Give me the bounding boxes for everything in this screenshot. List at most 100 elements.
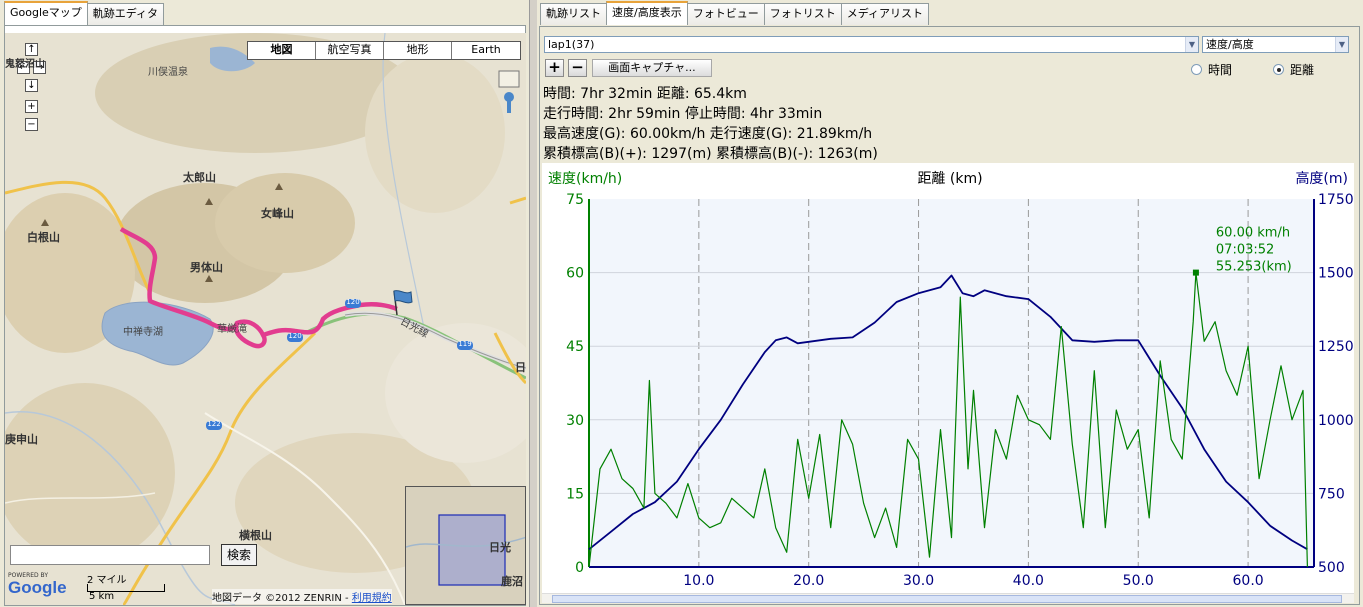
y-left-tick-label: 30 <box>566 413 584 429</box>
label-kegon: 華厳滝 <box>217 324 247 335</box>
y-right-tick-label: 1250 <box>1318 339 1354 355</box>
annotation-distance: 55.253(km) <box>1216 260 1292 275</box>
horizontal-scrollbar[interactable] <box>542 593 1354 603</box>
max-speed-marker <box>1192 269 1199 276</box>
scrollbar-thumb[interactable] <box>552 595 1342 603</box>
track-stats: 時間: 7hr 32min 距離: 65.4km 走行時間: 2hr 59min… <box>542 84 1359 162</box>
tab-track-editor[interactable]: 軌跡エディタ <box>86 3 165 25</box>
tab-photo-view[interactable]: フォトビュー <box>686 3 765 25</box>
label-shirane: 白根山 <box>27 231 60 244</box>
mountain-icon <box>205 275 213 282</box>
zoom-out-graph-button[interactable]: − <box>568 59 587 77</box>
map-scale: 2 マイル 5 km <box>87 571 165 602</box>
annotation-speed: 60.00 km/h <box>1216 226 1290 241</box>
x-tick-label: 60.0 <box>1233 573 1264 589</box>
tab-track-list[interactable]: 軌跡リスト <box>540 3 607 25</box>
x-tick-label: 40.0 <box>1013 573 1044 589</box>
overview-kanuma: 鹿沼 <box>501 575 523 588</box>
zoom-in-button[interactable]: + <box>25 100 38 113</box>
graph-pane: 軌跡リスト 速度/高度表示 フォトビュー フォトリスト メディアリスト lap1… <box>537 0 1363 607</box>
speed-altitude-chart[interactable]: 10.0 20.0 30.0 40.0 50.0 60.0 0 15 30 45 60 75 500 75… <box>542 163 1354 595</box>
chart-svg: 10.0 20.0 30.0 40.0 50.0 60.0 0 15 30 45 60 75 500 75… <box>542 163 1354 595</box>
stat-moving-stopped: 走行時間: 2hr 59min 停止時間: 4hr 33min <box>543 106 823 122</box>
tab-speed-altitude[interactable]: 速度/高度表示 <box>606 1 688 25</box>
terms-link[interactable]: 利用規約 <box>352 593 392 604</box>
map-type-earth[interactable]: Earth <box>452 42 520 59</box>
scale-km: 5 km <box>89 591 115 602</box>
chart-title: 距離 (km) <box>917 170 982 187</box>
y-left-tick-label: 60 <box>566 266 584 282</box>
lap-select[interactable]: lap1(37) ▼ <box>544 36 1199 53</box>
route-119-shield: 119 <box>458 340 472 348</box>
stat-time-distance: 時間: 7hr 32min 距離: 65.4km <box>543 86 747 102</box>
zoom-in-graph-button[interactable]: + <box>545 59 564 77</box>
map-search-input[interactable] <box>10 545 210 565</box>
x-tick-label: 20.0 <box>793 573 824 589</box>
mountain-icon <box>41 219 49 226</box>
y-left-tick-label: 0 <box>575 560 584 576</box>
zoom-out-button[interactable]: − <box>25 118 38 131</box>
tab-photo-list[interactable]: フォトリスト <box>763 3 842 25</box>
tab-media-list[interactable]: メディアリスト <box>840 3 929 25</box>
radio-time-label: 時間 <box>1208 63 1233 77</box>
map-view[interactable]: 地図 航空写真 地形 Earth ↑ ← → ↓ + − 鬼怒沼山 川俣温泉 太… <box>5 33 526 605</box>
y-right-tick-label: 1750 <box>1318 192 1354 208</box>
app-window: Googleマップ 軌跡エディタ 地図 航空写真 地形 Earth ↑ ← → … <box>0 0 1363 607</box>
left-tabbar: Googleマップ 軌跡エディタ <box>4 1 165 25</box>
label-kinunuma: 鬼怒沼山 <box>5 59 45 70</box>
mode-select-value: 速度/高度 <box>1206 38 1254 51</box>
radio-distance[interactable]: 距離 <box>1273 61 1314 78</box>
label-taro: 太郎山 <box>183 171 216 184</box>
chevron-down-icon: ▼ <box>1335 37 1348 52</box>
x-tick-label: 50.0 <box>1123 573 1154 589</box>
overview-nikko: 日光 <box>489 541 511 554</box>
radio-time[interactable]: 時間 <box>1191 61 1232 78</box>
route-120-shield: 120 <box>346 298 360 306</box>
map-type-satellite[interactable]: 航空写真 <box>316 42 384 59</box>
y-right-tick-label: 750 <box>1318 486 1345 502</box>
label-kawamata-onsen: 川俣温泉 <box>148 67 188 78</box>
map-type-terrain[interactable]: 地形 <box>384 42 452 59</box>
route-122-shield: 122 <box>207 420 221 428</box>
plot-area <box>589 199 1314 567</box>
map-type-map[interactable]: 地図 <box>248 42 316 59</box>
y-right-tick-label: 500 <box>1318 560 1345 576</box>
overview-map[interactable]: 日光 鹿沼 <box>405 486 526 605</box>
google-logo: Google <box>8 578 67 597</box>
radio-time-dot <box>1191 64 1202 75</box>
mode-select[interactable]: 速度/高度 ▼ <box>1202 36 1349 53</box>
map-pane: Googleマップ 軌跡エディタ 地図 航空写真 地形 Earth ↑ ← → … <box>0 0 530 607</box>
y-left-tick-label: 15 <box>566 486 584 502</box>
right-tabbar: 軌跡リスト 速度/高度表示 フォトビュー フォトリスト メディアリスト <box>540 1 929 25</box>
tab-google-map[interactable]: Googleマップ <box>4 1 88 25</box>
y-left-title: 速度(km/h) <box>548 171 622 187</box>
pan-down-button[interactable]: ↓ <box>25 79 38 92</box>
lap-select-value: lap1(37) <box>548 38 595 51</box>
stat-elevation: 累積標高(B)(+): 1297(m) 累積標高(B)(-): 1263(m) <box>543 146 878 162</box>
copyright-text: 地図データ ©2012 ZENRIN - <box>212 593 352 604</box>
x-tick-label: 10.0 <box>683 573 714 589</box>
route-120-shield: 120 <box>288 332 302 340</box>
speed-altitude-panel: lap1(37) ▼ 速度/高度 ▼ + − 画面キャプチャ... 時間 距離 … <box>539 26 1360 605</box>
mountain-icon <box>205 198 213 205</box>
y-right-title: 高度(m) <box>1295 170 1348 187</box>
label-nyoho: 女峰山 <box>261 207 294 220</box>
map-search-button[interactable]: 検索 <box>221 544 257 566</box>
x-tick-label: 30.0 <box>903 573 934 589</box>
annotation-time: 07:03:52 <box>1216 243 1274 258</box>
label-koshin: 庚申山 <box>5 433 38 446</box>
stat-speed: 最高速度(G): 60.00km/h 走行速度(G): 21.89km/h <box>543 126 873 142</box>
radio-distance-dot <box>1273 64 1284 75</box>
y-right-tick-label: 1500 <box>1318 266 1354 282</box>
y-left-tick-label: 45 <box>566 339 584 355</box>
radio-distance-label: 距離 <box>1290 63 1315 77</box>
mountain-icon <box>275 183 283 190</box>
chevron-down-icon: ▼ <box>1185 37 1198 52</box>
label-nantai: 男体山 <box>190 261 223 274</box>
map-copyright: 地図データ ©2012 ZENRIN - 利用規約 <box>212 589 392 604</box>
screen-capture-button[interactable]: 画面キャプチャ... <box>592 59 712 77</box>
y-right-tick-label: 1000 <box>1318 413 1354 429</box>
label-nikko-partial: 日 <box>515 361 526 374</box>
label-yokone: 横根山 <box>239 529 272 542</box>
label-chuzenji: 中禅寺湖 <box>123 327 163 338</box>
